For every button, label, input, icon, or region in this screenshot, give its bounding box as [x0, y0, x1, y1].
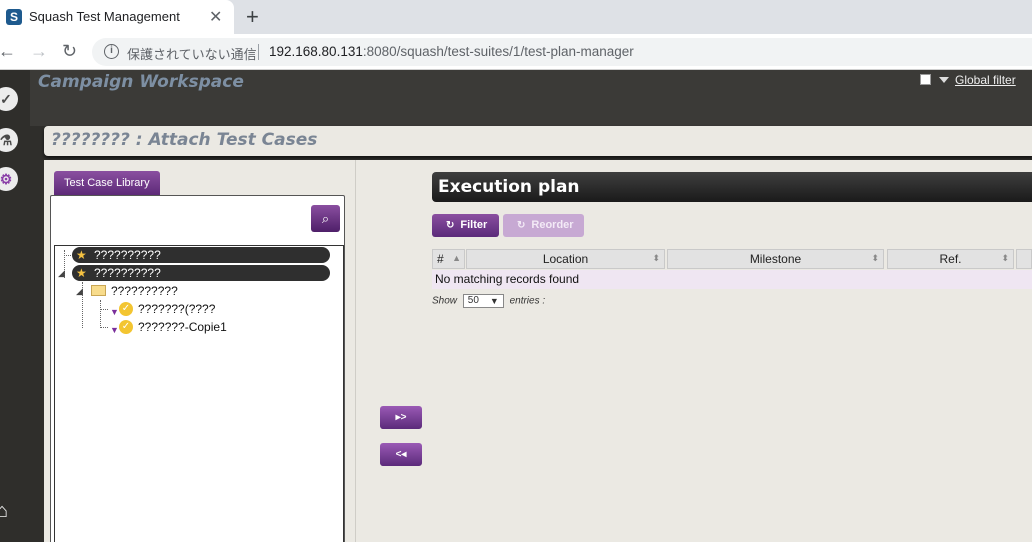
column-header-location[interactable]: Location ⬍ [466, 249, 665, 269]
tree-item-label: ?????????? [94, 266, 161, 280]
expander-icon[interactable]: ◢ [58, 265, 65, 281]
tree-item-test-case-1[interactable]: ▼ ✓ ???????(???? [55, 301, 345, 317]
test-case-check-icon: ✓ [119, 320, 133, 334]
sort-asc-icon: ▲ [452, 253, 461, 263]
security-status: 保護されていない通信 [127, 47, 257, 62]
execution-plan-header: Execution plan [432, 172, 1032, 202]
url-text[interactable]: 192.168.80.131:8080/squash/test-suites/1… [269, 44, 634, 59]
importance-arrow-icon: ▼ [110, 307, 119, 317]
tree-item-project-2[interactable]: ◢ ★ ?????????? [55, 265, 345, 281]
project-pill: ★ ?????????? [72, 265, 330, 281]
tab-close-icon[interactable]: ✕ [209, 7, 222, 27]
column-header-ref[interactable]: Ref. ⬍ [887, 249, 1014, 269]
tree-item-project-1[interactable]: ★ ?????????? [55, 247, 345, 263]
page-length-value: 50 [467, 295, 479, 306]
tree-item-test-case-2[interactable]: ▼ ✓ ???????-Copie1 [55, 319, 345, 335]
add-to-plan-button[interactable]: ▸> [380, 406, 422, 429]
global-filter-checkbox[interactable] [920, 74, 931, 85]
reorder-button[interactable]: ↻ Reorder [503, 214, 584, 237]
empty-table-row: No matching records found [432, 270, 1032, 289]
refresh-icon: ↻ [446, 220, 455, 231]
reload-icon[interactable]: ↻ [62, 41, 77, 62]
test-case-tree: ★ ?????????? ◢ ★ ?????????? ◢ ?????????? [54, 245, 344, 542]
tree-item-label: ?????????? [94, 248, 161, 262]
column-label: Ref. [939, 252, 962, 266]
omnibox-separator [258, 44, 259, 60]
remove-from-plan-button[interactable]: <◂ [380, 443, 422, 466]
page-length-control: Show 50 ▼ entries : [432, 294, 545, 308]
global-filter-link[interactable]: Global filter [955, 73, 1016, 87]
settings-gear-icon[interactable]: ⚙ [0, 167, 18, 191]
test-case-flask-icon[interactable]: ⚗ [0, 128, 18, 152]
column-label: Milestone [749, 252, 802, 266]
workspace-title: Campaign Workspace [38, 72, 244, 92]
importance-arrow-icon: ▼ [110, 325, 119, 335]
star-icon: ★ [76, 248, 87, 262]
project-pill: ★ ?????????? [72, 247, 330, 263]
column-label: Location [542, 252, 589, 266]
campaign-check-icon[interactable]: ✓ [0, 87, 18, 111]
entries-label: entries : [509, 295, 546, 307]
address-bar[interactable]: i 保護されていない通信 192.168.80.131:8080/squash/… [92, 38, 1032, 66]
home-icon[interactable]: ⌂ [0, 500, 8, 523]
info-icon[interactable]: i [104, 44, 119, 59]
browser-tab[interactable]: S Squash Test Management ✕ [0, 0, 234, 34]
tree-item-label: ?????????? [111, 284, 178, 298]
test-case-check-icon: ✓ [119, 302, 133, 316]
execution-plan-title: Execution plan [438, 177, 580, 197]
tree-connector [100, 327, 108, 328]
star-icon: ★ [76, 266, 87, 280]
squash-favicon-icon: S [6, 9, 22, 25]
url-path: :8080/squash/test-suites/1/test-plan-man… [362, 44, 634, 59]
show-label: Show [432, 295, 458, 307]
back-icon[interactable]: ← [0, 41, 16, 62]
tab-test-case-library[interactable]: Test Case Library [54, 171, 160, 195]
page-title: ???????? : Attach Test Cases [51, 130, 318, 150]
filter-label: Filter [460, 219, 488, 231]
new-tab-icon[interactable]: + [246, 4, 259, 30]
folder-icon [91, 285, 106, 296]
column-header-more[interactable] [1016, 249, 1032, 269]
tab-title: Squash Test Management [29, 9, 180, 24]
library-panel: ⌕ ★ ?????????? ◢ ★ ?????????? ◢ ????????… [50, 195, 345, 542]
tree-item-folder[interactable]: ◢ ?????????? [55, 283, 345, 299]
sort-icon: ⬍ [652, 253, 660, 263]
select-caret-icon: ▼ [489, 296, 499, 306]
column-header-number[interactable]: # ▲ [432, 249, 465, 269]
page-length-select[interactable]: 50 ▼ [462, 294, 504, 308]
url-host: 192.168.80.131 [269, 44, 363, 59]
search-icon: ⌕ [321, 211, 330, 226]
sort-icon: ⬍ [871, 253, 879, 263]
tree-item-label: ???????(???? [138, 302, 216, 316]
content-area: Test Case Library ⌕ ★ ?????????? ◢ ★ ???… [44, 160, 1032, 542]
forward-icon[interactable]: → [30, 41, 48, 62]
workspace-sidebar: ✓ ⚗ ⚙ ⌂ [0, 70, 30, 542]
workspace-header: Campaign Workspace Global filter [30, 70, 1032, 126]
tree-connector [100, 309, 108, 310]
panel-divider [355, 160, 356, 542]
sort-icon: ⬍ [1001, 253, 1009, 263]
page-title-bar: ???????? : Attach Test Cases [44, 126, 1032, 156]
search-button[interactable]: ⌕ [311, 205, 340, 232]
refresh-icon: ↻ [517, 220, 526, 231]
screen: S Squash Test Management ✕ + ← → ↻ i 保護さ… [0, 0, 1032, 542]
reorder-label: Reorder [531, 219, 574, 231]
dropdown-arrow-icon[interactable] [939, 77, 949, 83]
browser-toolbar: ← → ↻ i 保護されていない通信 192.168.80.131:8080/s… [0, 34, 1032, 70]
filter-button[interactable]: ↻ Filter [432, 214, 499, 237]
column-header-milestone[interactable]: Milestone ⬍ [667, 249, 884, 269]
tree-item-label: ???????-Copie1 [138, 320, 227, 334]
expander-icon[interactable]: ◢ [76, 283, 83, 299]
column-label: # [437, 252, 444, 266]
browser-tabstrip: S Squash Test Management ✕ + [0, 0, 1032, 34]
